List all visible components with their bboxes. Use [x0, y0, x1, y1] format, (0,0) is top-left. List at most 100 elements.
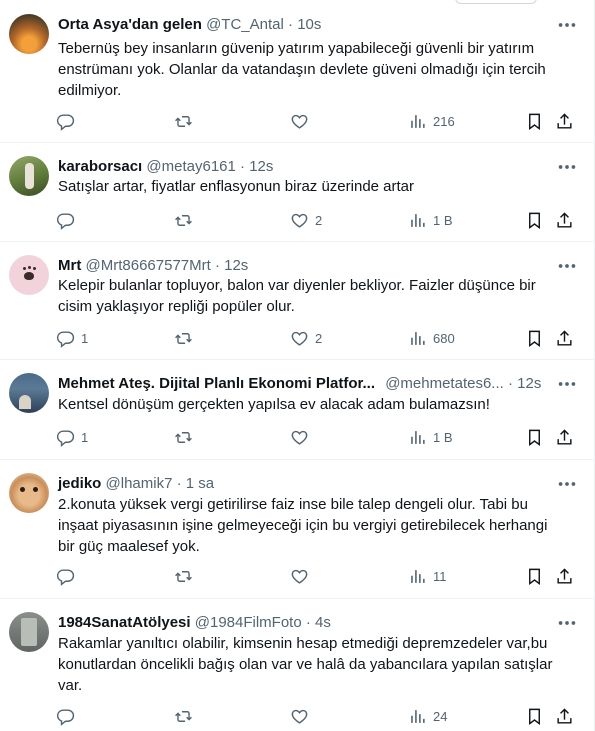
display-name[interactable]: 1984SanatAtölyesi — [58, 614, 191, 631]
timestamp[interactable]: 1 sa — [186, 475, 214, 492]
tweet-actions: 2 1 B — [56, 209, 584, 231]
bookmark-icon — [525, 329, 544, 348]
views-button[interactable]: 1 B — [408, 426, 453, 448]
views-icon — [408, 707, 427, 726]
bookmark-button[interactable] — [525, 209, 544, 231]
reply-icon — [56, 428, 75, 447]
bookmark-button[interactable] — [525, 110, 544, 132]
avatar[interactable] — [9, 373, 49, 413]
display-name[interactable]: Mehmet Ateş. Dijital Planlı Ekonomi Plat… — [58, 375, 375, 392]
like-button[interactable] — [290, 705, 315, 727]
bookmark-icon — [525, 707, 544, 726]
retweet-button[interactable] — [174, 327, 199, 349]
timestamp[interactable]: 12s — [224, 257, 248, 274]
more-icon[interactable] — [556, 473, 578, 495]
tweet-text-line: 2.konuta yüksek vergi getirilirse faiz i… — [58, 496, 528, 513]
separator-dot: · — [214, 257, 220, 274]
like-button[interactable] — [290, 565, 315, 587]
more-icon[interactable] — [556, 373, 578, 395]
retweet-button[interactable] — [174, 565, 199, 587]
tweet-actions: 216 — [56, 110, 584, 132]
tweet-text-line: bir güç maalesef yok. — [58, 538, 200, 555]
user-handle[interactable]: @TC_Antal — [206, 16, 284, 33]
tweet[interactable]: jediko @lhamik7 · 1 sa 2.konuta yüksek v… — [0, 459, 594, 599]
display-name[interactable]: karaborsacı — [58, 158, 142, 175]
share-button[interactable] — [555, 209, 574, 231]
retweet-button[interactable] — [174, 110, 199, 132]
tweet[interactable]: 1984SanatAtölyesi @1984FilmFoto · 4s Rak… — [0, 598, 594, 731]
reply-button[interactable]: 1 — [56, 426, 88, 448]
share-button[interactable] — [555, 426, 574, 448]
timestamp[interactable]: 4s — [315, 614, 331, 631]
views-button[interactable]: 24 — [408, 705, 447, 727]
bookmark-button[interactable] — [525, 327, 544, 349]
reply-icon — [56, 567, 75, 586]
like-button[interactable] — [290, 426, 315, 448]
tweet[interactable]: Mehmet Ateş. Dijital Planlı Ekonomi Plat… — [0, 359, 594, 460]
reply-icon — [56, 211, 75, 230]
share-button[interactable] — [555, 327, 574, 349]
timestamp[interactable]: 10s — [297, 16, 321, 33]
timestamp[interactable]: 12s — [249, 158, 273, 175]
heart-icon — [290, 707, 309, 726]
user-handle[interactable]: @metay6161 — [146, 158, 235, 175]
views-button[interactable]: 11 — [408, 565, 447, 587]
reply-button[interactable] — [56, 110, 81, 132]
tweet[interactable]: Orta Asya'dan gelen @TC_Antal · 10s Tebe… — [0, 0, 594, 143]
views-button[interactable]: 216 — [408, 110, 455, 132]
like-count: 2 — [315, 330, 323, 346]
retweet-button[interactable] — [174, 426, 199, 448]
views-icon — [408, 329, 427, 348]
avatar[interactable] — [9, 473, 49, 513]
share-button[interactable] — [555, 705, 574, 727]
more-icon[interactable] — [556, 156, 578, 178]
views-button[interactable]: 1 B — [408, 209, 453, 231]
views-button[interactable]: 680 — [408, 327, 455, 349]
reply-icon — [56, 707, 75, 726]
user-handle[interactable]: @1984FilmFoto — [195, 614, 302, 631]
tweet-actions: 24 — [56, 705, 584, 727]
more-icon[interactable] — [556, 14, 578, 36]
tweet-header: 1984SanatAtölyesi @1984FilmFoto · 4s — [58, 613, 554, 633]
views-count: 24 — [433, 708, 448, 724]
tweet[interactable]: karaborsacı @metay6161 · 12s Satışlar ar… — [0, 142, 594, 242]
retweet-button[interactable] — [174, 209, 199, 231]
reply-button[interactable] — [56, 705, 81, 727]
like-button[interactable]: 2 — [290, 327, 322, 349]
retweet-button[interactable] — [174, 705, 199, 727]
user-handle[interactable]: @lhamik7 — [106, 475, 173, 492]
avatar[interactable] — [9, 156, 49, 196]
tweet-text-line: konutlardan öncelikli bağış olan var ve … — [58, 656, 553, 673]
like-button[interactable]: 2 — [290, 209, 322, 231]
reply-count: 1 — [81, 429, 89, 445]
bookmark-button[interactable] — [525, 705, 544, 727]
reply-button[interactable] — [56, 209, 81, 231]
reply-button[interactable] — [56, 565, 81, 587]
user-handle[interactable]: @mehmetates6... — [385, 375, 504, 392]
tweet-actions: 1 2 680 — [56, 327, 584, 349]
user-handle[interactable]: @Mrt86667577Mrt — [86, 257, 211, 274]
avatar[interactable] — [9, 255, 49, 295]
display-name[interactable]: Orta Asya'dan gelen — [58, 16, 202, 33]
views-icon — [408, 567, 427, 586]
tweet[interactable]: Mrt @Mrt86667577Mrt · 12s Kelepir bulanl… — [0, 241, 594, 360]
reply-button[interactable]: 1 — [56, 327, 88, 349]
bookmark-button[interactable] — [525, 426, 544, 448]
display-name[interactable]: Mrt — [58, 257, 81, 274]
avatar[interactable] — [9, 14, 49, 54]
like-button[interactable] — [290, 110, 315, 132]
tweet-header: Mehmet Ateş. Dijital Planlı Ekonomi Plat… — [58, 374, 554, 394]
retweet-icon — [174, 707, 193, 726]
bookmark-button[interactable] — [525, 565, 544, 587]
share-button[interactable] — [555, 565, 574, 587]
timestamp[interactable]: 12s — [517, 375, 541, 392]
display-name[interactable]: jediko — [58, 475, 101, 492]
tweet-text-line: var. — [58, 677, 83, 694]
avatar[interactable] — [9, 612, 49, 652]
reply-icon — [56, 112, 75, 131]
share-button[interactable] — [555, 110, 574, 132]
tweet-text: Tebernüş bey insanların güvenip yatırım … — [58, 38, 570, 101]
more-icon[interactable] — [556, 612, 578, 634]
more-icon[interactable] — [556, 255, 578, 277]
tweet-header: Orta Asya'dan gelen @TC_Antal · 10s — [58, 15, 554, 35]
